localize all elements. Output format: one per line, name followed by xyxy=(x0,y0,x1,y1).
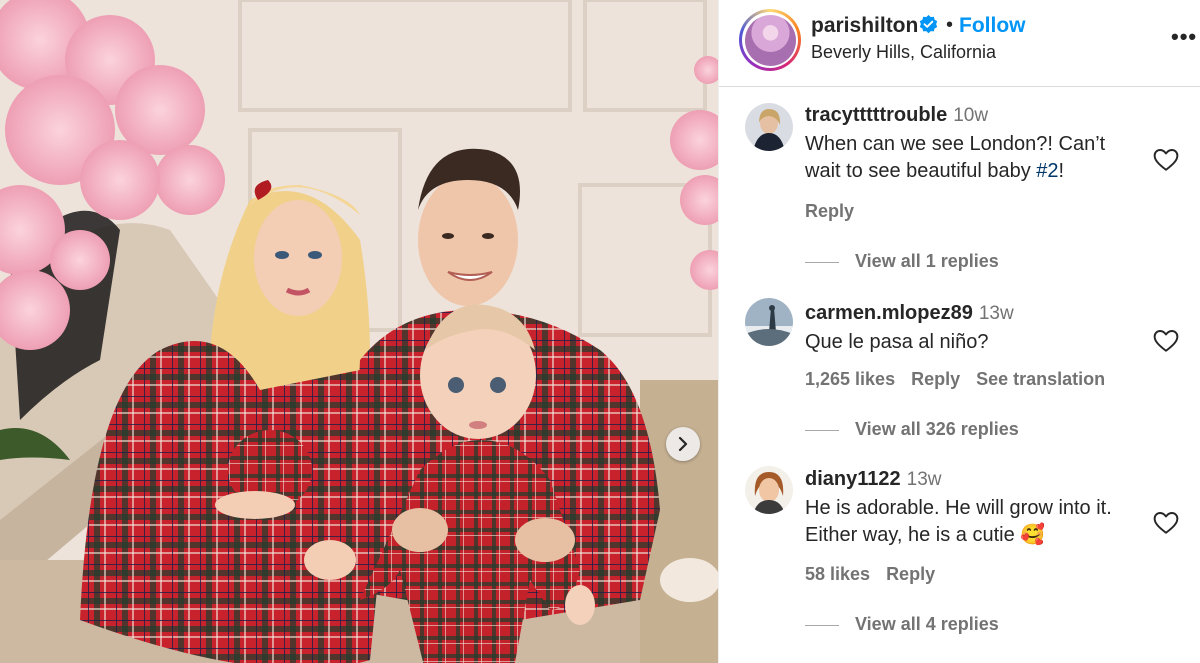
post-side-panel: parishilton • Follow Beverly Hills, Cali… xyxy=(718,0,1200,663)
avatar-image xyxy=(745,466,793,514)
avatar-image xyxy=(745,298,793,346)
post-location[interactable]: Beverly Hills, California xyxy=(811,42,996,63)
view-replies-button[interactable]: View all 326 replies xyxy=(805,419,1019,440)
comment-time[interactable]: 13w xyxy=(907,469,942,490)
reply-button[interactable]: Reply xyxy=(911,369,960,389)
view-replies-label: View all 1 replies xyxy=(855,251,999,271)
smiling-face-hearts-emoji: 🥰 xyxy=(1020,524,1046,546)
comment-time[interactable]: 13w xyxy=(979,303,1014,324)
replies-divider xyxy=(805,429,839,431)
comment-text: He is adorable. He will grow into it. Ei… xyxy=(805,495,1145,549)
view-replies-label: View all 4 replies xyxy=(855,614,999,634)
comment-text: Que le pasa al niño? xyxy=(805,331,989,353)
commenter-avatar[interactable] xyxy=(745,103,793,151)
comment-text-part: ! xyxy=(1058,160,1065,182)
chevron-right-icon xyxy=(678,437,688,451)
comment-text-part: He is adorable. He will grow into it. Ei… xyxy=(805,497,1112,546)
reply-button[interactable]: Reply xyxy=(805,201,854,221)
avatar-image xyxy=(745,103,793,151)
comment-text: When can we see London?! Can’t wait to s… xyxy=(805,131,1145,185)
comment-actions: 58 likes Reply xyxy=(805,564,951,585)
heart-outline-icon[interactable] xyxy=(1153,147,1179,173)
commenter-avatar[interactable] xyxy=(745,298,793,346)
follow-button[interactable]: Follow xyxy=(959,14,1026,38)
comment-actions: Reply xyxy=(805,201,870,222)
header-separator: • xyxy=(946,14,954,36)
heart-outline-icon[interactable] xyxy=(1153,510,1179,536)
reply-button[interactable]: Reply xyxy=(886,564,935,584)
author-avatar[interactable] xyxy=(739,9,801,71)
comment-hashtag-link[interactable]: #2 xyxy=(1036,160,1058,182)
view-replies-button[interactable]: View all 4 replies xyxy=(805,614,999,635)
post-photo[interactable] xyxy=(0,0,718,663)
family-photo-illustration xyxy=(0,0,718,663)
likes-count[interactable]: 58 likes xyxy=(805,564,870,584)
verified-badge-icon xyxy=(919,15,938,34)
commenter-avatar[interactable] xyxy=(745,466,793,514)
author-username[interactable]: parishilton xyxy=(811,14,918,38)
comment-actions: 1,265 likes Reply See translation xyxy=(805,369,1121,390)
comment-content: diany1122 13w He is adorable. He will gro… xyxy=(805,468,1145,549)
comment-content: carmen.mlopez89 13w Que le pasa al niño? xyxy=(805,302,1145,356)
replies-divider xyxy=(805,624,839,626)
comment-username[interactable]: carmen.mlopez89 xyxy=(805,302,973,324)
next-photo-button[interactable] xyxy=(666,427,700,461)
view-replies-label: View all 326 replies xyxy=(855,419,1019,439)
post-header: parishilton • Follow Beverly Hills, Cali… xyxy=(719,0,1200,87)
comment-username[interactable]: tracytttttrouble xyxy=(805,104,947,126)
see-translation-button[interactable]: See translation xyxy=(976,369,1105,389)
avatar-image xyxy=(744,14,796,66)
heart-outline-icon[interactable] xyxy=(1153,328,1179,354)
view-replies-button[interactable]: View all 1 replies xyxy=(805,251,999,272)
comment-time[interactable]: 10w xyxy=(953,105,988,126)
comment-username[interactable]: diany1122 xyxy=(805,468,901,490)
likes-count[interactable]: 1,265 likes xyxy=(805,369,895,389)
comment-content: tracytttttrouble 10w When can we see Lond… xyxy=(805,104,1145,185)
replies-divider xyxy=(805,261,839,263)
more-options-icon[interactable]: ••• xyxy=(1171,24,1197,50)
